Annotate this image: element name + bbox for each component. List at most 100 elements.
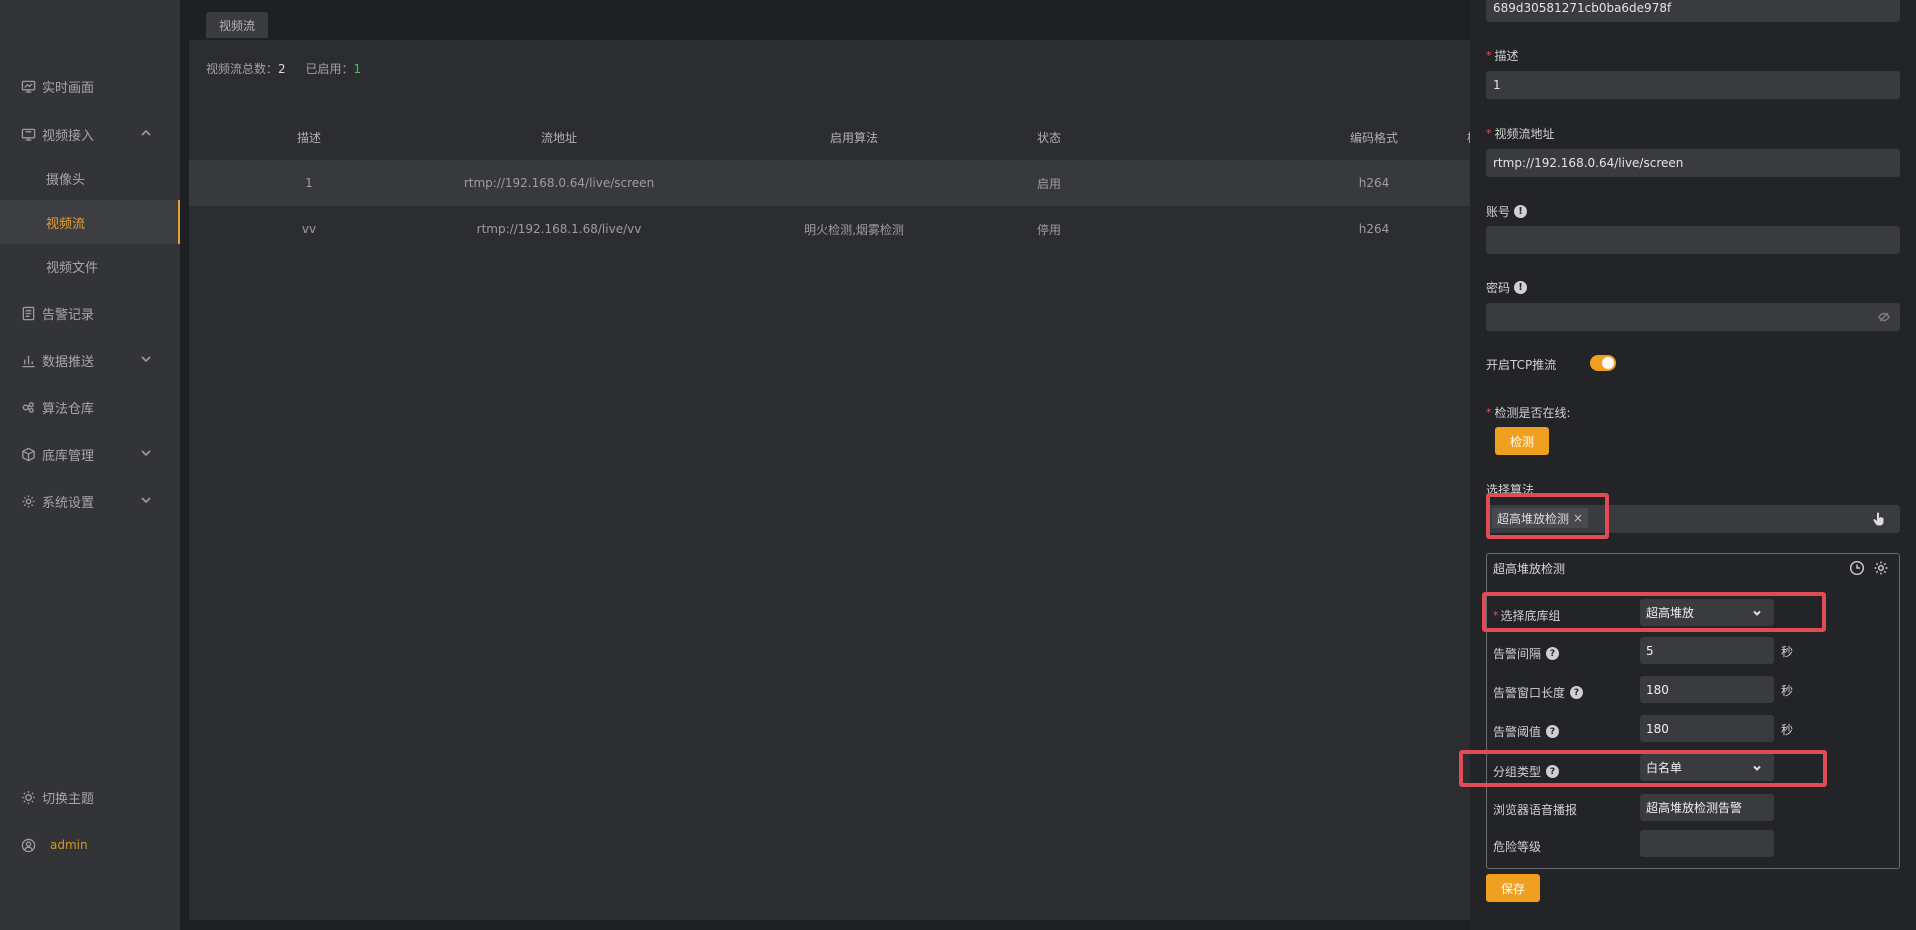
info-icon: ! bbox=[1514, 205, 1528, 218]
library-group-select[interactable]: 超高堆放 bbox=[1640, 599, 1774, 626]
tab-bar: 视频流 bbox=[189, 0, 1470, 40]
chevron-up-icon bbox=[140, 127, 152, 139]
sidebar-item-video-stream[interactable]: 视频流 bbox=[0, 200, 180, 244]
url-label: * 视频流地址 bbox=[1486, 127, 1555, 141]
danger-level-field[interactable] bbox=[1640, 830, 1774, 857]
chevron-down-icon bbox=[1752, 607, 1762, 617]
cell-state: 启用 bbox=[1036, 176, 1061, 191]
voice-field[interactable]: 超高堆放检测告警 bbox=[1640, 794, 1774, 821]
column-header-algo[interactable]: 启用算法 bbox=[734, 129, 974, 146]
cell-url: rtmp://192.168.0.64/live/screen bbox=[463, 176, 655, 190]
stream-url-field[interactable]: rtmp://192.168.0.64/live/screen bbox=[1486, 149, 1900, 177]
sidebar-item-algorithm-store[interactable]: 算法仓库 bbox=[0, 385, 180, 429]
sidebar-item-realtime[interactable]: 实时画面 bbox=[0, 64, 180, 108]
window-unit: 秒 bbox=[1781, 684, 1794, 698]
sidebar-item-video-file[interactable]: 视频文件 bbox=[0, 244, 180, 288]
chevron-down-icon bbox=[140, 494, 152, 506]
edit-drawer: 689d30581271cb0ba6de978f * 描述 1 * 视频流地址 rt… bbox=[1459, 0, 1916, 930]
online-label: * 检测是否在线: bbox=[1486, 406, 1571, 420]
sidebar-item-alarm-records[interactable]: 告警记录 bbox=[0, 291, 180, 335]
cell-desc: 1 bbox=[305, 176, 313, 190]
sidebar-item-label: 告警记录 bbox=[42, 307, 95, 323]
table-header: 描述 流地址 启用算法 状态 编码格式 检测 bbox=[189, 114, 1491, 160]
tcp-toggle[interactable] bbox=[1590, 355, 1616, 371]
cell-desc: vv bbox=[301, 222, 317, 236]
group-type-select[interactable]: 白名单 bbox=[1640, 754, 1774, 781]
eye-off-icon[interactable] bbox=[1878, 311, 1890, 323]
group-type-label: 分组类型? bbox=[1493, 763, 1560, 780]
stream-summary: 视频流总数：2 已启用：1 bbox=[206, 60, 361, 77]
close-icon[interactable]: × bbox=[1573, 511, 1583, 525]
help-icon: ? bbox=[1570, 686, 1584, 699]
column-header-desc[interactable]: 描述 bbox=[239, 129, 379, 146]
chevron-down-icon bbox=[140, 353, 152, 365]
threshold-unit: 秒 bbox=[1781, 723, 1794, 737]
info-icon: ! bbox=[1514, 281, 1528, 294]
detect-button[interactable]: 检测 bbox=[1495, 427, 1549, 455]
desc-label: * 描述 bbox=[1486, 49, 1519, 63]
sidebar-item-label: 摄像头 bbox=[46, 172, 86, 188]
id-field[interactable]: 689d30581271cb0ba6de978f bbox=[1486, 0, 1900, 22]
help-icon: ? bbox=[1546, 647, 1560, 660]
pointer-hand-icon bbox=[1872, 512, 1886, 526]
username: admin bbox=[50, 838, 88, 852]
desc-field[interactable]: 1 bbox=[1486, 71, 1900, 99]
monitor-icon bbox=[20, 78, 36, 94]
total-count: 2 bbox=[278, 62, 286, 76]
account-label: 账号! bbox=[1486, 203, 1528, 220]
gear-icon[interactable] bbox=[1873, 560, 1889, 576]
gear-icon bbox=[20, 493, 36, 509]
group-label: * 选择底库组 bbox=[1493, 609, 1561, 623]
tcp-label: 开启TCP推流 bbox=[1486, 358, 1557, 372]
save-button[interactable]: 保存 bbox=[1486, 874, 1540, 902]
clock-icon[interactable] bbox=[1849, 560, 1865, 576]
window-label: 告警窗口长度? bbox=[1493, 684, 1584, 701]
user-menu[interactable]: admin bbox=[0, 823, 180, 867]
threshold-field[interactable]: 180 bbox=[1640, 715, 1774, 742]
chevron-down-icon bbox=[1752, 762, 1762, 772]
total-label: 视频流总数： bbox=[206, 62, 279, 76]
sidebar-item-label: 数据推送 bbox=[42, 354, 95, 370]
sidebar-item-label: 实时画面 bbox=[42, 80, 95, 96]
cell-codec: h264 bbox=[1358, 222, 1390, 236]
sidebar-item-data-push[interactable]: 数据推送 bbox=[0, 338, 180, 382]
cube-icon bbox=[20, 446, 36, 462]
table-row[interactable]: vv rtmp://192.168.1.68/live/vv 明火检测,烟雾检测… bbox=[189, 206, 1470, 252]
window-field[interactable]: 180 bbox=[1640, 676, 1774, 703]
password-field[interactable] bbox=[1486, 303, 1900, 331]
algorithm-config-panel: 超高堆放检测 * 选择底库组 超高堆放 告警间隔? 5 秒 告警窗口长度? 180… bbox=[1486, 553, 1900, 869]
column-header-state[interactable]: 状态 bbox=[989, 129, 1109, 146]
sidebar-item-library[interactable]: 底库管理 bbox=[0, 432, 180, 476]
cell-state: 停用 bbox=[1036, 222, 1061, 237]
toggle-knob bbox=[1602, 357, 1614, 369]
sidebar-item-camera[interactable]: 摄像头 bbox=[0, 156, 180, 200]
avatar-icon bbox=[20, 837, 36, 853]
interval-unit: 秒 bbox=[1781, 645, 1794, 659]
help-icon: ? bbox=[1546, 765, 1560, 778]
sidebar-item-video-input[interactable]: 视频接入 bbox=[0, 112, 180, 156]
cell-url: rtmp://192.168.1.68/live/vv bbox=[476, 222, 642, 236]
sidebar: 实时画面 视频接入 摄像头 视频流 视频文件 告警记录 数据推送 算法仓库 底库… bbox=[0, 0, 180, 930]
chevron-down-icon bbox=[140, 447, 152, 459]
interval-label: 告警间隔? bbox=[1493, 645, 1560, 662]
theme-toggle-label: 切换主题 bbox=[42, 791, 95, 807]
theme-toggle[interactable]: 切换主题 bbox=[0, 775, 180, 819]
sidebar-item-label: 系统设置 bbox=[42, 495, 95, 511]
enabled-label: 已启用： bbox=[305, 62, 354, 76]
sun-icon bbox=[20, 789, 36, 805]
sidebar-item-label: 底库管理 bbox=[42, 448, 95, 464]
bar-chart-icon bbox=[20, 352, 36, 368]
selected-algorithm-tag: 超高堆放检测 × bbox=[1492, 508, 1589, 528]
account-field[interactable] bbox=[1486, 226, 1900, 254]
main-area: 视频流 视频流总数：2 已启用：1 描述 流地址 启用算法 状态 编码格式 检测… bbox=[180, 0, 1491, 930]
threshold-label: 告警阈值? bbox=[1493, 723, 1560, 740]
sidebar-item-label: 算法仓库 bbox=[42, 401, 95, 417]
danger-label: 危险等级 bbox=[1493, 840, 1542, 854]
algorithm-icon bbox=[20, 399, 36, 415]
column-header-url[interactable]: 流地址 bbox=[389, 129, 729, 146]
interval-field[interactable]: 5 bbox=[1640, 637, 1774, 664]
sidebar-item-settings[interactable]: 系统设置 bbox=[0, 479, 180, 523]
tab-video-stream[interactable]: 视频流 bbox=[206, 12, 269, 38]
sidebar-item-label: 视频流 bbox=[46, 216, 86, 232]
table-row[interactable]: 1 rtmp://192.168.0.64/live/screen 启用 h26… bbox=[189, 160, 1489, 206]
